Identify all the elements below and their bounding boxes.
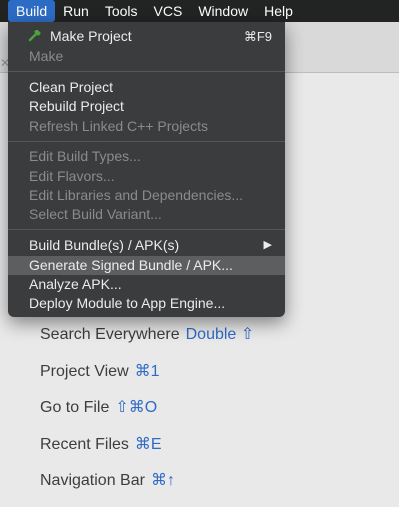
menu-item-analyze-apk[interactable]: Analyze APK... xyxy=(8,275,285,294)
tip-shortcut: Double ⇧ xyxy=(185,326,255,343)
welcome-shortcuts: Search Everywhere Double ⇧ Project View ⌘1… xyxy=(40,324,254,507)
menu-item-generate-signed[interactable]: Generate Signed Bundle / APK... xyxy=(8,256,285,275)
menu-item-label: Rebuild Project xyxy=(29,98,124,114)
menu-item-label: Make xyxy=(29,48,64,64)
tip-label: Recent Files xyxy=(40,435,129,453)
tip-go-to-file: Go to File ⇧⌘O xyxy=(40,397,254,434)
menu-item-clean-project[interactable]: Clean Project xyxy=(8,78,285,97)
menu-run[interactable]: Run xyxy=(55,0,97,22)
tip-project-view: Project View ⌘1 xyxy=(40,361,254,398)
menu-item-rebuild-project[interactable]: Rebuild Project xyxy=(8,97,285,116)
menu-item-make-project[interactable]: Make Project ⌘F9 xyxy=(8,27,285,46)
menu-item-edit-build-types[interactable]: Edit Build Types... xyxy=(8,147,285,166)
build-menu-dropdown: Make Project ⌘F9 Make Clean Project Rebu… xyxy=(8,22,285,317)
menu-build[interactable]: Build xyxy=(8,0,56,22)
menu-item-label: Clean Project xyxy=(29,79,114,95)
menu-item-label: Analyze APK... xyxy=(29,276,122,292)
menu-item-label: Edit Flavors... xyxy=(29,168,115,184)
menu-item-label: Edit Libraries and Dependencies... xyxy=(29,187,244,203)
menu-item-edit-libraries[interactable]: Edit Libraries and Dependencies... xyxy=(8,186,285,205)
tip-navigation-bar: Navigation Bar ⌘↑ xyxy=(40,470,254,507)
menu-item-label: Generate Signed Bundle / APK... xyxy=(29,257,233,273)
menu-item-label: Select Build Variant... xyxy=(29,206,162,222)
tip-shortcut: ⌘E xyxy=(134,435,162,453)
menu-separator xyxy=(8,229,285,230)
menu-item-label: Make Project xyxy=(50,28,132,44)
shortcut-label: ⌘F9 xyxy=(243,29,272,44)
menu-item-refresh-linked-cpp[interactable]: Refresh Linked C++ Projects xyxy=(8,117,285,136)
tip-search-everywhere: Search Everywhere Double ⇧ xyxy=(40,324,254,361)
menu-item-label: Build Bundle(s) / APK(s) xyxy=(29,237,180,253)
menu-separator xyxy=(8,141,285,142)
menu-separator xyxy=(8,71,285,72)
tip-shortcut: ⇧⌘O xyxy=(115,399,158,416)
hammer-icon xyxy=(28,30,41,42)
menu-vcs[interactable]: VCS xyxy=(146,0,191,22)
menu-item-make[interactable]: Make xyxy=(8,47,285,66)
tip-shortcut: ⌘1 xyxy=(134,362,160,380)
tip-recent-files: Recent Files ⌘E xyxy=(40,434,254,471)
menu-item-build-bundles[interactable]: Build Bundle(s) / APK(s) ▶ xyxy=(8,236,285,255)
menu-item-label: Edit Build Types... xyxy=(29,148,141,164)
menu-tools[interactable]: Tools xyxy=(97,0,146,22)
tip-label: Project View xyxy=(40,362,129,380)
tip-label: Go to File xyxy=(40,399,110,416)
tip-label: Navigation Bar xyxy=(40,472,145,489)
menu-item-label: Refresh Linked C++ Projects xyxy=(29,118,208,134)
menu-window[interactable]: Window xyxy=(190,0,256,22)
menu-item-label: Deploy Module to App Engine... xyxy=(29,295,226,311)
tip-label: Search Everywhere xyxy=(40,326,180,343)
menu-help[interactable]: Help xyxy=(256,0,301,22)
menu-item-select-build-variant[interactable]: Select Build Variant... xyxy=(8,205,285,224)
tip-shortcut: ⌘↑ xyxy=(150,472,175,489)
menu-item-edit-flavors[interactable]: Edit Flavors... xyxy=(8,167,285,186)
submenu-arrow-icon: ▶ xyxy=(263,239,272,251)
menu-item-deploy-module[interactable]: Deploy Module to App Engine... xyxy=(8,294,285,313)
menu-bar: Build Run Tools VCS Window Help xyxy=(0,0,399,22)
